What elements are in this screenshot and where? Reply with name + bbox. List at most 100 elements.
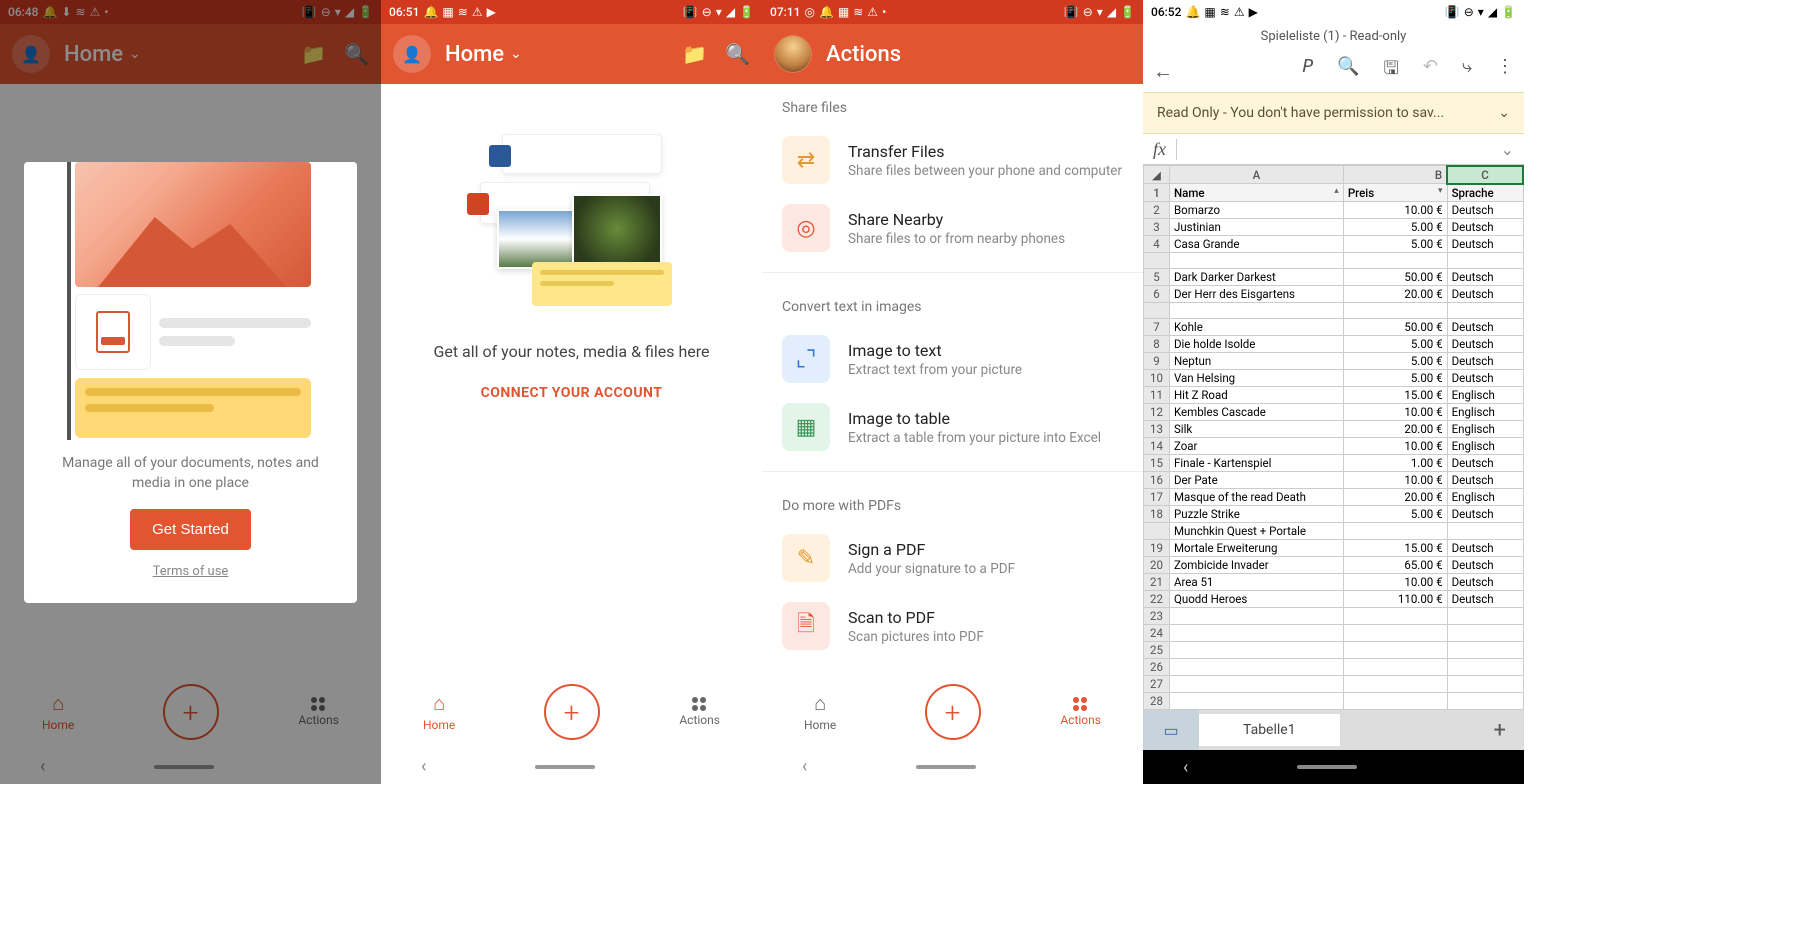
- add-sheet-button[interactable]: +: [1476, 718, 1524, 743]
- table-row[interactable]: 16Der Pate10.00 €Deutsch: [1144, 471, 1524, 488]
- table-row[interactable]: 28: [1144, 692, 1524, 709]
- person-icon: 👤: [402, 45, 422, 64]
- section-share-title: Share files: [762, 84, 1143, 126]
- play-icon: ▶: [1249, 6, 1258, 18]
- share-icon[interactable]: ⤷: [1462, 56, 1472, 86]
- save-icon[interactable]: 🖫: [1383, 56, 1398, 86]
- action-scan-pdf[interactable]: 🗎 Scan to PDFScan pictures into PDF: [762, 592, 1143, 660]
- transfer-icon: ⇄: [782, 136, 830, 184]
- table-row[interactable]: 12Kembles Cascade10.00 €Englisch: [1144, 403, 1524, 420]
- filter-icon[interactable]: ▾: [1438, 186, 1443, 196]
- table-row[interactable]: 8Die holde Isolde5.00 €Deutsch: [1144, 335, 1524, 352]
- back-button[interactable]: ‹: [802, 756, 807, 777]
- wifi-icon: ▾: [716, 6, 722, 18]
- divider: [762, 272, 1143, 273]
- table-row[interactable]: Munchkin Quest + Portale: [1144, 522, 1524, 539]
- nav-actions[interactable]: Actions: [679, 697, 720, 727]
- table-row[interactable]: 17Masque of the read Death20.00 €Englisc…: [1144, 488, 1524, 505]
- table-row[interactable]: 11Hit Z Road15.00 €Englisch: [1144, 386, 1524, 403]
- section-convert-title: Convert text in images: [762, 283, 1143, 325]
- table-row[interactable]: 24: [1144, 624, 1524, 641]
- folder-icon[interactable]: 📁: [682, 42, 707, 66]
- get-started-button[interactable]: Get Started: [130, 509, 251, 550]
- modal-illustration: [24, 162, 357, 440]
- nav-home[interactable]: Home: [423, 691, 455, 732]
- action-image-to-text[interactable]: ⌞⌝ Image to textExtract text from your p…: [762, 325, 1143, 393]
- instagram-icon: ◎: [804, 6, 814, 18]
- select-all-corner[interactable]: ◢: [1144, 166, 1170, 184]
- connect-account-link[interactable]: CONNECT YOUR ACCOUNT: [481, 385, 663, 401]
- col-header-c-selected[interactable]: C: [1447, 166, 1523, 184]
- vibrate-icon: 📳: [1445, 6, 1460, 18]
- table-row[interactable]: 15Finale - Kartenspiel1.00 €Deutsch: [1144, 454, 1524, 471]
- table-row[interactable]: 3Justinian5.00 €Deutsch: [1144, 218, 1524, 235]
- table-row[interactable]: 22Quodd Heroes110.00 €Deutsch: [1144, 590, 1524, 607]
- filter-icon[interactable]: ▴: [1334, 186, 1339, 196]
- action-share-nearby[interactable]: ◎ Share NearbyShare files to or from nea…: [762, 194, 1143, 262]
- table-row[interactable]: 26: [1144, 658, 1524, 675]
- nav-home[interactable]: Home: [804, 691, 836, 732]
- table-row[interactable]: 7Kohle50.00 €Deutsch: [1144, 318, 1524, 335]
- table-row[interactable]: [1144, 252, 1524, 268]
- sheet-tab-tabelle1[interactable]: Tabelle1: [1199, 714, 1340, 746]
- table-row[interactable]: 27: [1144, 675, 1524, 692]
- search-icon[interactable]: 🔍: [725, 42, 750, 66]
- fab-new[interactable]: +: [544, 684, 600, 740]
- back-button[interactable]: ‹: [1183, 757, 1188, 778]
- avatar[interactable]: [774, 35, 812, 73]
- notification-icon: 🔔: [423, 6, 438, 18]
- table-row[interactable]: 21Area 5110.00 €Deutsch: [1144, 573, 1524, 590]
- plus-icon: +: [564, 696, 580, 729]
- actions-icon: [1073, 697, 1089, 711]
- table-row[interactable]: 2Bomarzo10.00 €Deutsch: [1144, 201, 1524, 218]
- action-image-to-table[interactable]: ▦ Image to tableExtract a table from you…: [762, 393, 1143, 461]
- chevron-down-icon[interactable]: ⌄: [1491, 140, 1524, 159]
- avatar[interactable]: 👤: [393, 35, 431, 73]
- table-row[interactable]: 18Puzzle Strike5.00 €Deutsch: [1144, 505, 1524, 522]
- table-row[interactable]: 5Dark Darker Darkest50.00 €Deutsch: [1144, 268, 1524, 285]
- home-pill[interactable]: [1297, 765, 1357, 769]
- photo-food: [572, 194, 662, 264]
- table-row[interactable]: 9Neptun5.00 €Deutsch: [1144, 352, 1524, 369]
- more-icon[interactable]: ⋮: [1496, 56, 1514, 86]
- scan-text-icon: ⌞⌝: [782, 335, 830, 383]
- actions-icon: [692, 697, 708, 711]
- sheet-view-button[interactable]: ▭: [1143, 710, 1199, 750]
- terms-link[interactable]: Terms of use: [24, 564, 357, 579]
- scan-pdf-icon: 🗎: [782, 602, 830, 650]
- action-sign-pdf[interactable]: ✎ Sign a PDFAdd your signature to a PDF: [762, 524, 1143, 592]
- table-row[interactable]: 13Silk20.00 €Englisch: [1144, 420, 1524, 437]
- table-row[interactable]: 25: [1144, 641, 1524, 658]
- draw-icon[interactable]: 𝘗: [1302, 56, 1313, 86]
- nav-actions[interactable]: Actions: [1060, 697, 1101, 727]
- table-row[interactable]: 4Casa Grande5.00 €Deutsch: [1144, 235, 1524, 252]
- page-title-dropdown[interactable]: Home⌄: [445, 42, 682, 67]
- wifi-icon: ▾: [1097, 6, 1103, 18]
- table-row[interactable]: 19Mortale Erweiterung15.00 €Deutsch: [1144, 539, 1524, 556]
- table-row[interactable]: 20Zombicide Invader65.00 €Deutsch: [1144, 556, 1524, 573]
- table-row[interactable]: 14Zoar10.00 €Englisch: [1144, 437, 1524, 454]
- media-illustration: [462, 134, 682, 314]
- back-icon[interactable]: ←: [1153, 59, 1173, 83]
- wifi-icon: ▾: [1478, 6, 1484, 18]
- formula-bar[interactable]: fx ⌄: [1143, 134, 1524, 165]
- table-row[interactable]: [1144, 302, 1524, 318]
- table-row[interactable]: 23: [1144, 607, 1524, 624]
- home-pill[interactable]: [916, 765, 976, 769]
- spreadsheet-grid[interactable]: ◢ A B C 1 Name▴ Preis▾ Sprache 2Bomarzo1…: [1143, 165, 1524, 710]
- table-row[interactable]: 6Der Herr des Eisgartens20.00 €Deutsch: [1144, 285, 1524, 302]
- find-icon[interactable]: 🔍: [1337, 56, 1359, 86]
- action-transfer-files[interactable]: ⇄ Transfer FilesShare files between your…: [762, 126, 1143, 194]
- col-header-b[interactable]: B: [1343, 166, 1447, 184]
- readonly-banner[interactable]: Read Only - You don't have permission to…: [1143, 92, 1524, 134]
- undo-icon[interactable]: ↶: [1423, 56, 1438, 86]
- table-row[interactable]: 10Van Helsing5.00 €Deutsch: [1144, 369, 1524, 386]
- avatar-image: [775, 36, 811, 72]
- fab-new[interactable]: +: [925, 684, 981, 740]
- chevron-down-icon: ⌄: [1498, 105, 1510, 121]
- header-row[interactable]: 1 Name▴ Preis▾ Sprache: [1144, 184, 1524, 202]
- col-header-a[interactable]: A: [1169, 166, 1343, 184]
- back-button[interactable]: ‹: [421, 756, 426, 777]
- home-pill[interactable]: [535, 765, 595, 769]
- powerpoint-icon: [467, 193, 489, 215]
